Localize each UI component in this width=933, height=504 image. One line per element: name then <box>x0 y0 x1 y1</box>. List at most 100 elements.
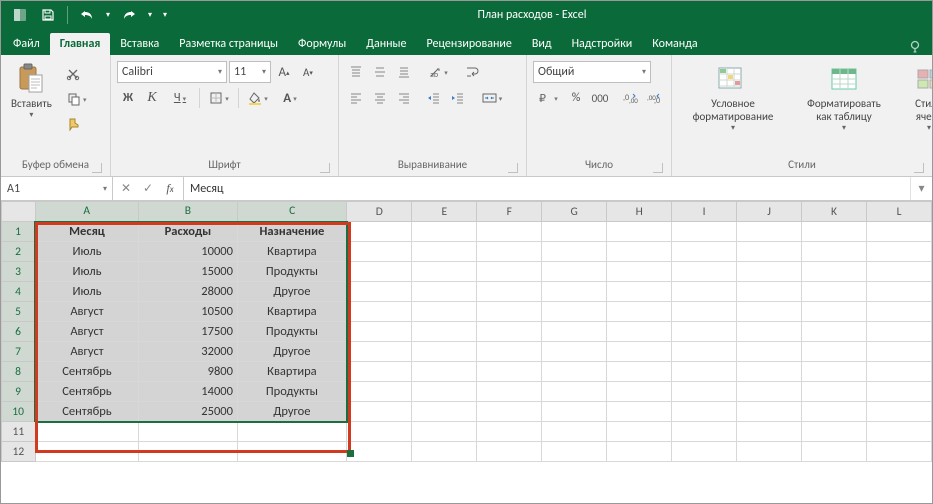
column-header[interactable]: K <box>802 202 867 222</box>
cell[interactable] <box>737 362 802 382</box>
cell[interactable] <box>542 322 607 342</box>
cell[interactable] <box>802 402 867 422</box>
paste-button[interactable]: Вставить ▾ <box>7 61 56 122</box>
row-header[interactable]: 3 <box>2 262 36 282</box>
column-header[interactable]: F <box>477 202 542 222</box>
cell-styles-button[interactable]: Стили ячеек ▾ <box>900 61 932 135</box>
cell[interactable] <box>347 342 412 362</box>
cell[interactable] <box>802 342 867 362</box>
row-header[interactable]: 6 <box>2 322 36 342</box>
row-header[interactable]: 12 <box>2 442 36 462</box>
cell[interactable] <box>347 422 412 442</box>
cell[interactable] <box>477 222 542 242</box>
cell[interactable] <box>802 262 867 282</box>
column-header[interactable]: H <box>607 202 672 222</box>
increase-decimal-button[interactable]: ,0,00 <box>619 87 641 109</box>
cell[interactable] <box>607 442 672 462</box>
cell[interactable] <box>607 242 672 262</box>
row-header[interactable]: 11 <box>2 422 36 442</box>
cell[interactable] <box>412 322 477 342</box>
cell[interactable] <box>607 322 672 342</box>
cell[interactable] <box>607 342 672 362</box>
cell[interactable] <box>35 442 138 462</box>
cell[interactable] <box>347 402 412 422</box>
cell[interactable]: 10000 <box>138 242 237 262</box>
cell[interactable] <box>737 442 802 462</box>
cell[interactable] <box>607 302 672 322</box>
bold-button[interactable]: Ж <box>117 87 139 109</box>
cell[interactable]: Другое <box>237 342 346 362</box>
cell[interactable] <box>867 422 932 442</box>
cell[interactable] <box>542 222 607 242</box>
tab-view[interactable]: Вид <box>522 33 562 55</box>
cell[interactable]: 10500 <box>138 302 237 322</box>
format-as-table-button[interactable]: Форматировать как таблицу ▾ <box>794 61 894 135</box>
cell[interactable] <box>737 282 802 302</box>
cell[interactable] <box>802 282 867 302</box>
cell[interactable] <box>867 302 932 322</box>
conditional-formatting-button[interactable]: Условное форматирование ▾ <box>678 61 788 135</box>
fill-color-button[interactable]: ▾ <box>243 87 273 109</box>
formula-bar-expand[interactable]: ▾ <box>910 177 932 200</box>
borders-button[interactable]: ▾ <box>204 87 234 109</box>
tab-pagelayout[interactable]: Разметка страницы <box>169 33 288 55</box>
column-header[interactable]: D <box>347 202 412 222</box>
tab-file[interactable]: Файл <box>3 33 50 55</box>
cell[interactable] <box>607 402 672 422</box>
align-center-button[interactable] <box>369 87 391 109</box>
cell[interactable]: Сентябрь <box>35 382 138 402</box>
cell[interactable] <box>867 222 932 242</box>
cell[interactable] <box>477 302 542 322</box>
font-color-button[interactable]: A ▾ <box>275 87 305 109</box>
cell[interactable] <box>347 222 412 242</box>
undo-drop[interactable]: ▾ <box>102 3 114 27</box>
cell[interactable] <box>347 242 412 262</box>
cell[interactable]: Июль <box>35 242 138 262</box>
sheet-scroll[interactable]: ABCDEFGHIJKL1МесяцРасходыНазначение2Июль… <box>1 201 932 503</box>
cell[interactable] <box>737 222 802 242</box>
row-header[interactable]: 10 <box>2 402 36 422</box>
cell[interactable] <box>542 362 607 382</box>
cell[interactable] <box>477 322 542 342</box>
qat-customize[interactable]: ▾ <box>158 3 172 27</box>
cell[interactable] <box>802 422 867 442</box>
tab-data[interactable]: Данные <box>356 33 416 55</box>
tab-insert[interactable]: Вставка <box>110 33 169 55</box>
cell[interactable] <box>412 442 477 462</box>
cell[interactable] <box>737 402 802 422</box>
cell[interactable] <box>737 422 802 442</box>
cell[interactable] <box>412 342 477 362</box>
cell[interactable] <box>542 282 607 302</box>
cell[interactable] <box>672 362 737 382</box>
column-header[interactable]: A <box>35 202 138 222</box>
cell[interactable] <box>477 442 542 462</box>
row-header[interactable]: 9 <box>2 382 36 402</box>
cell[interactable] <box>737 242 802 262</box>
copy-button[interactable]: ▾ <box>62 88 92 110</box>
underline-button[interactable]: Ч▾ <box>165 87 195 109</box>
cell[interactable] <box>737 262 802 282</box>
cell[interactable]: Другое <box>237 402 346 422</box>
tab-formulas[interactable]: Формулы <box>288 33 356 55</box>
cell[interactable]: Другое <box>237 282 346 302</box>
cell[interactable] <box>237 422 346 442</box>
grow-font-button[interactable]: A▴ <box>273 61 295 83</box>
cell[interactable] <box>802 242 867 262</box>
cell[interactable]: Август <box>35 322 138 342</box>
cell[interactable]: 17500 <box>138 322 237 342</box>
cell[interactable] <box>867 262 932 282</box>
cell[interactable] <box>737 322 802 342</box>
column-header[interactable]: C <box>237 202 346 222</box>
cell[interactable] <box>412 362 477 382</box>
cell[interactable] <box>867 342 932 362</box>
cell[interactable] <box>672 302 737 322</box>
align-left-button[interactable] <box>345 87 367 109</box>
cell[interactable] <box>542 262 607 282</box>
redo-drop[interactable]: ▾ <box>144 3 156 27</box>
cell[interactable] <box>867 282 932 302</box>
decrease-indent-button[interactable] <box>423 87 445 109</box>
cell[interactable] <box>542 402 607 422</box>
column-header[interactable]: I <box>672 202 737 222</box>
cell[interactable] <box>237 442 346 462</box>
cell[interactable] <box>867 362 932 382</box>
